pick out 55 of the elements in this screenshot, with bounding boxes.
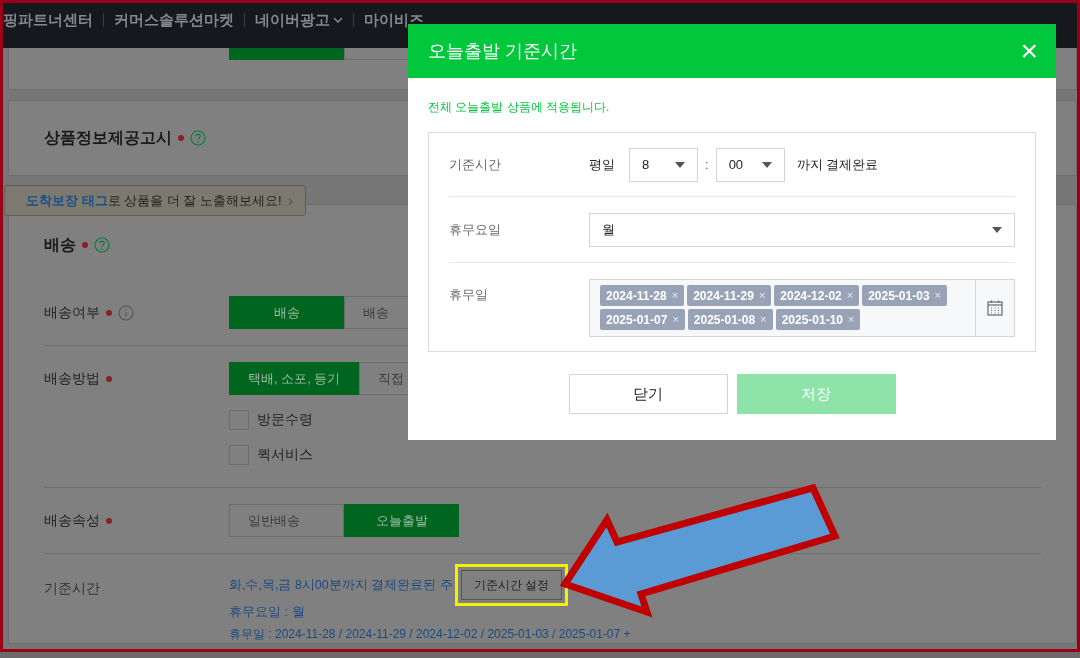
help-icon[interactable]	[94, 236, 110, 253]
tag-text: 2024-12-02	[780, 287, 842, 305]
nav-link[interactable]: 커머스솔루션마켓	[114, 9, 234, 32]
option-button[interactable]: 배송	[229, 296, 344, 329]
remove-tag-button[interactable]: ×	[846, 287, 854, 304]
modal-title: 오늘출발 기준시간	[428, 39, 577, 63]
remove-tag-button[interactable]: ×	[671, 287, 679, 304]
option-button[interactable]: 택배, 소포, 등기	[229, 362, 360, 395]
caret-icon	[675, 161, 685, 168]
caret-icon	[992, 226, 1002, 233]
summary-text: 화,수,목,금 8시00분까지 결제완료된 주	[229, 576, 453, 594]
remove-tag-button[interactable]: ×	[672, 311, 679, 328]
cutoff-suffix: 까지 결제완료	[796, 155, 879, 174]
minute-select[interactable]: 00	[715, 147, 785, 182]
field-label: 배송여부	[44, 303, 100, 322]
tag-text: 2025-01-10	[781, 311, 844, 329]
hour-select[interactable]: 8	[629, 147, 698, 182]
promo-tooltip[interactable]: 도착보장 태그로 상품을 더 잘 노출해보세요! ›	[4, 185, 306, 216]
calendar-icon	[987, 300, 1003, 316]
close-button[interactable]: ×	[1020, 36, 1038, 66]
tooltip-text: 도착보장 태그로 상품을 더 잘 노출해보세요!	[26, 191, 282, 210]
weekday-label: 평일	[589, 155, 615, 174]
remove-tag-button[interactable]: ×	[934, 287, 941, 304]
field-label: 기준시간	[44, 580, 100, 596]
option-button[interactable]: 오늘출발	[344, 504, 459, 537]
close-dialog-button[interactable]: 닫기	[568, 374, 728, 414]
weekday-select[interactable]: 월	[589, 212, 1015, 247]
tag-text: 2024-11-28	[606, 287, 667, 305]
tag-text: 2024-11-29	[693, 287, 754, 305]
field-label: 배송속성	[44, 511, 100, 530]
section-title: 상품정보제공고시	[44, 128, 172, 148]
checkbox-label: 방문수령	[257, 410, 313, 429]
remove-tag-button[interactable]: ×	[758, 287, 766, 304]
nav-link[interactable]: 네이버광고	[255, 9, 343, 32]
summary-text: 휴무일 : 2024-11-28 / 2024-11-29 / 2024-12-02 / 2025-01-03 / 2025-01-07 +	[229, 625, 631, 643]
modal-note: 전체 오늘출발 상품에 적용됩니다.	[428, 99, 611, 116]
info-icon[interactable]	[118, 304, 134, 321]
option-button[interactable]: 일반배송	[229, 504, 344, 537]
cutoff-setting-button[interactable]: 기준시간 설정	[460, 570, 563, 600]
field-label: 기준시간	[449, 155, 502, 174]
tag-text: 2025-01-03	[868, 287, 930, 305]
caret-icon	[761, 161, 772, 168]
chevron-right-icon: ›	[287, 188, 293, 213]
section-title: 배송	[44, 234, 76, 255]
time-separator: :	[705, 155, 709, 174]
field-label: 배송방법	[44, 369, 100, 388]
remove-tag-button[interactable]: ×	[848, 311, 855, 328]
field-label: 휴무요일	[449, 220, 502, 239]
help-icon[interactable]	[190, 130, 206, 146]
summary-text: 휴무요일 : 월	[229, 603, 306, 621]
nav-link[interactable]: 핑파트너센터	[3, 9, 93, 32]
tag-text: 2025-01-08	[693, 311, 756, 329]
remove-tag-button[interactable]: ×	[760, 311, 767, 328]
tag-text: 2025-01-07	[606, 311, 668, 329]
checkbox-label: 퀵서비스	[257, 445, 313, 464]
